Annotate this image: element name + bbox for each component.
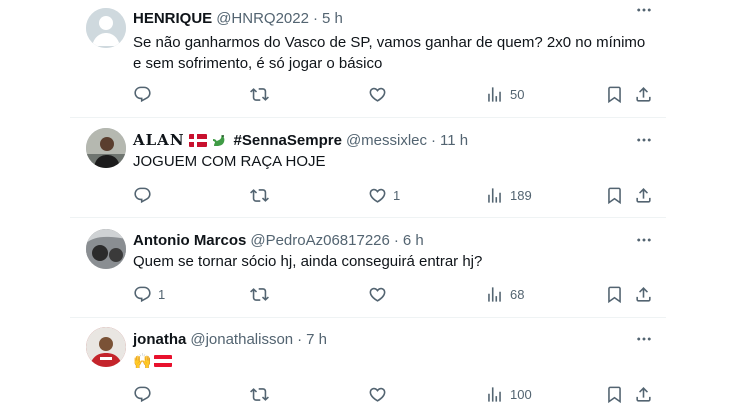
reply-icon — [133, 285, 152, 304]
likes-count: 1 — [393, 187, 401, 203]
timestamp[interactable]: 11 h — [440, 132, 468, 149]
tweet-text: JOGUEM COM RAÇA HOJE — [133, 153, 326, 170]
bookmark-icon — [605, 186, 624, 205]
retweet-button[interactable] — [250, 384, 275, 404]
author-name[interactable]: ALAN — [133, 131, 185, 149]
like-button[interactable]: 1 — [368, 185, 400, 205]
separator-dot: · — [312, 9, 318, 27]
timestamp[interactable]: 7 h — [306, 331, 327, 348]
tweet-text: Se não ganharmos do Vasco de SP, vamos g… — [133, 34, 646, 72]
reply-button[interactable]: 1 — [133, 284, 165, 304]
bookmark-button[interactable] — [605, 284, 624, 304]
tweet-text: 🙌 — [133, 351, 653, 371]
like-button[interactable] — [368, 84, 393, 104]
retweet-icon — [250, 186, 269, 205]
like-icon — [368, 285, 387, 304]
bookmark-button[interactable] — [605, 384, 624, 404]
tweet[interactable]: Antonio Marcos @PedroAz06817226 · 6 h Qu… — [70, 218, 666, 318]
views-icon — [485, 186, 504, 205]
retweet-icon — [250, 285, 269, 304]
separator-dot: · — [297, 330, 303, 348]
avatar[interactable] — [86, 229, 126, 269]
reply-icon — [133, 85, 152, 104]
avatar[interactable] — [86, 128, 126, 168]
author-name[interactable]: Antonio Marcos — [133, 232, 246, 249]
separator-dot: · — [431, 131, 437, 149]
views-count: 68 — [510, 286, 525, 302]
retweet-button[interactable] — [250, 84, 275, 104]
action-bar: 1 68 — [133, 284, 653, 304]
name-emoji — [188, 131, 228, 149]
author-handle[interactable]: @PedroAz06817226 — [250, 232, 390, 249]
timestamp[interactable]: 5 h — [322, 10, 343, 27]
views-count: 189 — [510, 187, 532, 203]
author-name[interactable]: HENRIQUE — [133, 10, 212, 27]
bookmark-button[interactable] — [605, 185, 624, 205]
share-icon — [634, 285, 653, 304]
tweet[interactable]: jonatha @jonathalisson · 7 h 🙌 100 — [70, 318, 666, 416]
reply-icon — [133, 186, 152, 205]
views-icon — [485, 85, 504, 104]
avatar[interactable] — [86, 8, 126, 48]
author-handle[interactable]: @HNRQ2022 — [216, 10, 309, 27]
views-icon — [485, 385, 504, 404]
replies-count: 1 — [158, 286, 166, 302]
share-button[interactable] — [634, 284, 653, 304]
author-name[interactable]: jonatha — [133, 331, 186, 348]
avatar[interactable] — [86, 327, 126, 367]
views-button[interactable]: 189 — [485, 185, 532, 205]
retweet-icon — [250, 85, 269, 104]
views-button[interactable]: 100 — [485, 384, 532, 404]
author-handle[interactable]: @messixlec — [346, 132, 427, 149]
like-button[interactable] — [368, 284, 393, 304]
more-icon[interactable] — [634, 230, 654, 250]
views-icon — [485, 285, 504, 304]
bookmark-button[interactable] — [605, 84, 624, 104]
views-button[interactable]: 50 — [485, 84, 524, 104]
timestamp[interactable]: 6 h — [403, 232, 424, 249]
raised-hands-emoji: 🙌 — [133, 352, 152, 370]
action-bar: 50 — [133, 84, 653, 104]
share-button[interactable] — [634, 185, 653, 205]
share-icon — [634, 385, 653, 404]
reply-button[interactable] — [133, 185, 158, 205]
more-icon[interactable] — [634, 329, 654, 349]
views-count: 100 — [510, 386, 532, 402]
tweet-text: Quem se tornar sócio hj, ainda conseguir… — [133, 253, 483, 270]
share-icon — [634, 85, 653, 104]
bookmark-icon — [605, 85, 624, 104]
author-name-suffix[interactable]: #SennaSempre — [234, 132, 342, 149]
austria-flag-icon — [153, 355, 172, 367]
share-button[interactable] — [634, 84, 653, 104]
tweet[interactable]: ALAN #SennaSempre @messixlec · 11 h JOGU… — [70, 118, 666, 218]
author-handle[interactable]: @jonathalisson — [190, 331, 293, 348]
share-icon — [634, 186, 653, 205]
more-icon[interactable] — [634, 0, 654, 20]
like-button[interactable] — [368, 384, 393, 404]
tweet[interactable]: HENRIQUE @HNRQ2022 · 5 h Se não ganharmo… — [70, 0, 666, 118]
like-icon — [368, 186, 387, 205]
action-bar: 1 189 — [133, 185, 653, 205]
reply-icon — [133, 385, 152, 404]
share-button[interactable] — [634, 384, 653, 404]
bookmark-icon — [605, 285, 624, 304]
retweet-button[interactable] — [250, 284, 275, 304]
retweet-button[interactable] — [250, 185, 275, 205]
views-button[interactable]: 68 — [485, 284, 524, 304]
reply-button[interactable] — [133, 84, 158, 104]
retweet-icon — [250, 385, 269, 404]
denmark-flag-icon — [188, 133, 207, 147]
dragon-icon — [210, 131, 228, 149]
action-bar: 100 — [133, 384, 653, 404]
like-icon — [368, 385, 387, 404]
like-icon — [368, 85, 387, 104]
separator-dot: · — [393, 231, 399, 249]
reply-button[interactable] — [133, 384, 158, 404]
bookmark-icon — [605, 385, 624, 404]
more-icon[interactable] — [634, 130, 654, 150]
views-count: 50 — [510, 86, 525, 102]
